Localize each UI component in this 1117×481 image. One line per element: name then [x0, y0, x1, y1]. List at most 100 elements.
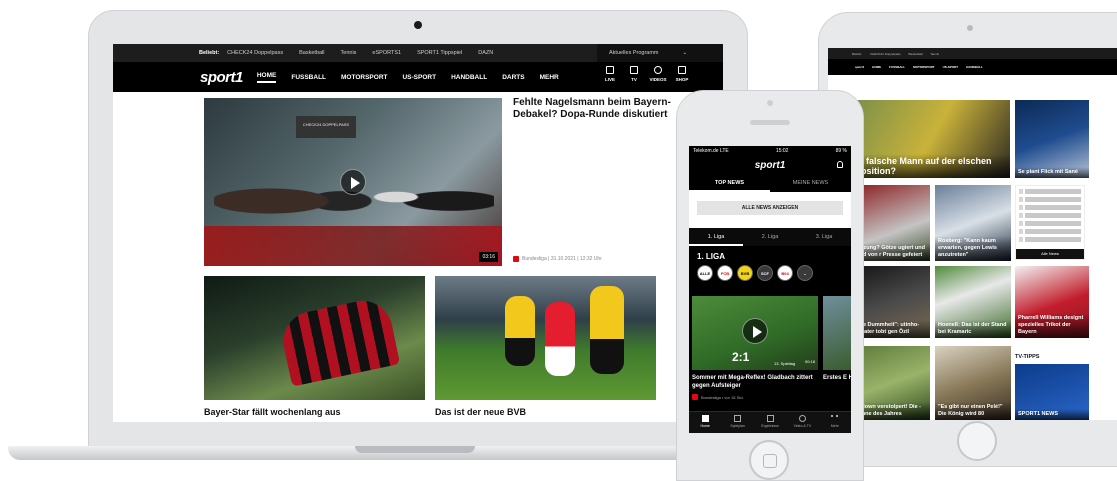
club-filter: ALLE FCB BVB SCF B04 ⌄	[689, 265, 851, 281]
bottom-nav-video[interactable]: Video & TV	[786, 412, 818, 433]
nav-shop[interactable]: SHOP	[675, 66, 689, 82]
nav-live[interactable]: LIVE	[603, 66, 617, 82]
chevron-down-icon[interactable]: ⌄	[797, 265, 813, 281]
scoreboard-icon	[766, 415, 774, 422]
tablet-nav-us-sport[interactable]: US-SPORT	[943, 65, 959, 69]
tablet-tile[interactable]: "Es gibt nur einen Pelé!" Die König wird…	[935, 346, 1011, 420]
popular-link[interactable]: Tennis	[341, 50, 357, 56]
play-icon	[654, 66, 662, 74]
bottom-nav: Home Spielplan Ergebnisse Video & TV Meh…	[689, 411, 851, 433]
carrier-text: Telekom.de LTE	[693, 148, 729, 154]
league-tabs: 1. Liga 2. Liga 3. Liga	[689, 228, 851, 246]
tab-top-news[interactable]: TOP NEWS	[689, 174, 770, 192]
tablet-tile[interactable]: Se plant Flick mit Sané	[1015, 100, 1089, 178]
bell-icon[interactable]	[837, 161, 843, 168]
app-logo: sport1	[754, 159, 786, 171]
tablet-tile-caption: Rosberg: "Kann kaum erwarten, gegen Lewi…	[935, 236, 1011, 261]
article-card-image[interactable]	[204, 276, 425, 400]
video-headline[interactable]: Sommer mit Mega-Reflex! Gladbach zittert…	[692, 374, 818, 390]
nav-tv[interactable]: TV	[627, 66, 641, 82]
tablet-tv-caption: SPORT1 NEWS	[1015, 409, 1089, 420]
nav-fussball[interactable]: FUSSBALL	[291, 74, 326, 81]
article-card-title[interactable]: Das ist der neue BVB	[435, 407, 526, 417]
tablet-popular-link[interactable]: Basketball	[909, 52, 923, 56]
nav-mehr[interactable]: MEHR	[540, 74, 559, 81]
bottom-nav-schedule[interactable]: Spielplan	[721, 412, 753, 433]
phone-screen: Telekom.de LTE 15:02 89 % sport1 TOP NEW…	[689, 146, 851, 433]
match-video-next[interactable]	[823, 296, 851, 370]
tablet-screen: Beliebt: CHECK24 Doppelpass Basketball T…	[828, 48, 1117, 420]
tablet-nav-fussball[interactable]: FUSSBALL	[889, 65, 905, 69]
nav-videos[interactable]: VIDEOS	[650, 66, 667, 82]
popular-link[interactable]: CHECK24 Doppelpass	[227, 50, 283, 56]
battery-text: 89 %	[835, 148, 847, 154]
popular-bar: Beliebt: CHECK24 Doppelpass Basketball T…	[113, 44, 723, 62]
feature-headline[interactable]: Fehlte Nagelsmann beim Bayern-Debakel? D…	[513, 97, 673, 121]
tablet-popular-link[interactable]: Tennis	[930, 52, 939, 56]
video-headline-next[interactable]: Erstes E Haaland	[823, 374, 851, 382]
popular-link[interactable]: Basketball	[299, 50, 324, 56]
nav-darts[interactable]: DARTS	[502, 74, 524, 81]
tab-liga-3[interactable]: 3. Liga	[797, 228, 851, 246]
bottom-nav-more[interactable]: Mehr	[819, 412, 851, 433]
phone-home-button	[749, 440, 789, 480]
tablet-tv-tile[interactable]: SPORT1 NEWS	[1015, 364, 1089, 420]
app-header: sport1	[689, 156, 851, 174]
main-nav: sport1 HOME FUSSBALL MOTORSPORT US-SPORT…	[113, 62, 723, 92]
tablet-hero-tile[interactable]: er falsche Mann auf der elschen Position…	[852, 100, 1010, 178]
tablet-nav-handball[interactable]: HANDBALL	[966, 65, 983, 69]
tablet-tile[interactable]: Hoeneß: Das ist der Stand bei Kramaric	[935, 266, 1011, 338]
popular-link[interactable]: DAZN	[478, 50, 493, 56]
tablet-news-list[interactable]: Alle News	[1015, 185, 1085, 260]
club-logo-icon[interactable]: BVB	[737, 265, 753, 281]
bottom-nav-label: Ergebnisse	[761, 424, 779, 428]
all-news-button[interactable]: ALLE NEWS ANZEIGEN	[697, 201, 843, 215]
popular-link[interactable]: SPORT1 Tippspiel	[417, 50, 462, 56]
bottom-nav-label: Spielplan	[730, 424, 745, 428]
club-logo-icon[interactable]: SCF	[757, 265, 773, 281]
tablet-popular-link[interactable]: CHECK24 Doppelpass	[870, 52, 901, 56]
tab-my-news[interactable]: MEINE NEWS	[770, 174, 851, 192]
calendar-icon	[606, 66, 614, 74]
laptop-camera	[414, 21, 422, 29]
nav-us-sport[interactable]: US-SPORT	[402, 74, 436, 81]
club-all[interactable]: ALLE	[697, 265, 713, 281]
tab-liga-2[interactable]: 2. Liga	[743, 228, 797, 246]
article-card-title[interactable]: Bayer-Star fällt wochenlang aus	[204, 407, 341, 417]
tablet-tv-tips-heading: TV-TIPPS	[1015, 354, 1040, 360]
nav-motorsport[interactable]: MOTORSPORT	[341, 74, 387, 81]
popular-link[interactable]: eSPORTS1	[372, 50, 401, 56]
nav-home[interactable]: HOME	[256, 72, 277, 83]
bottom-nav-label: Video & TV	[793, 424, 812, 428]
tablet-logo[interactable]: sport1	[855, 65, 864, 69]
laptop-screen: Beliebt: CHECK24 Doppelpass Basketball T…	[113, 44, 723, 422]
sport1-logo[interactable]: sport1	[200, 69, 243, 86]
nav-handball[interactable]: HANDBALL	[451, 74, 487, 81]
tablet-popular-label: Beliebt:	[852, 51, 863, 56]
article-card-image[interactable]	[435, 276, 656, 400]
bottom-nav-results[interactable]: Ergebnisse	[754, 412, 786, 433]
tablet-nav-motorsport[interactable]: MOTORSPORT	[913, 65, 934, 69]
tablet-tile[interactable]: Rosberg: "Kann kaum erwarten, gegen Lewi…	[935, 185, 1011, 261]
nav-tv-label: TV	[631, 77, 637, 82]
tablet-all-news[interactable]: Alle News	[1016, 249, 1084, 259]
feature-video[interactable]: CHECK24 DOPPELPASS 03:16	[204, 98, 502, 266]
match-video[interactable]: 2:1 13. Spieltag 00:18	[692, 296, 818, 370]
tablet-nav-home[interactable]: HOME	[872, 65, 881, 69]
tablet-tile[interactable]: Pharrell Williams designt spezielles Tri…	[1015, 266, 1089, 338]
bundesliga-icon	[513, 256, 519, 262]
matchday-label: 13. Spieltag	[774, 361, 796, 366]
grid-icon	[734, 415, 742, 422]
video-duration: 03:16	[479, 252, 498, 262]
program-label: Aktuelles Programm	[609, 50, 659, 56]
play-button-icon[interactable]	[742, 318, 768, 344]
play-button-icon[interactable]	[340, 169, 366, 195]
club-logo-icon[interactable]: FCB	[717, 265, 733, 281]
bottom-nav-home[interactable]: Home	[689, 412, 721, 433]
tablet-tile-caption: Hoeneß: Das ist der Stand bei Kramaric	[935, 320, 1011, 338]
tablet-hero-caption: er falsche Mann auf der elschen Position…	[852, 154, 1010, 178]
tab-liga-1[interactable]: 1. Liga	[689, 228, 743, 246]
club-logo-icon[interactable]: B04	[777, 265, 793, 281]
program-dropdown[interactable]: Aktuelles Programm ⌄	[597, 44, 723, 62]
bundesliga-icon	[692, 394, 698, 400]
